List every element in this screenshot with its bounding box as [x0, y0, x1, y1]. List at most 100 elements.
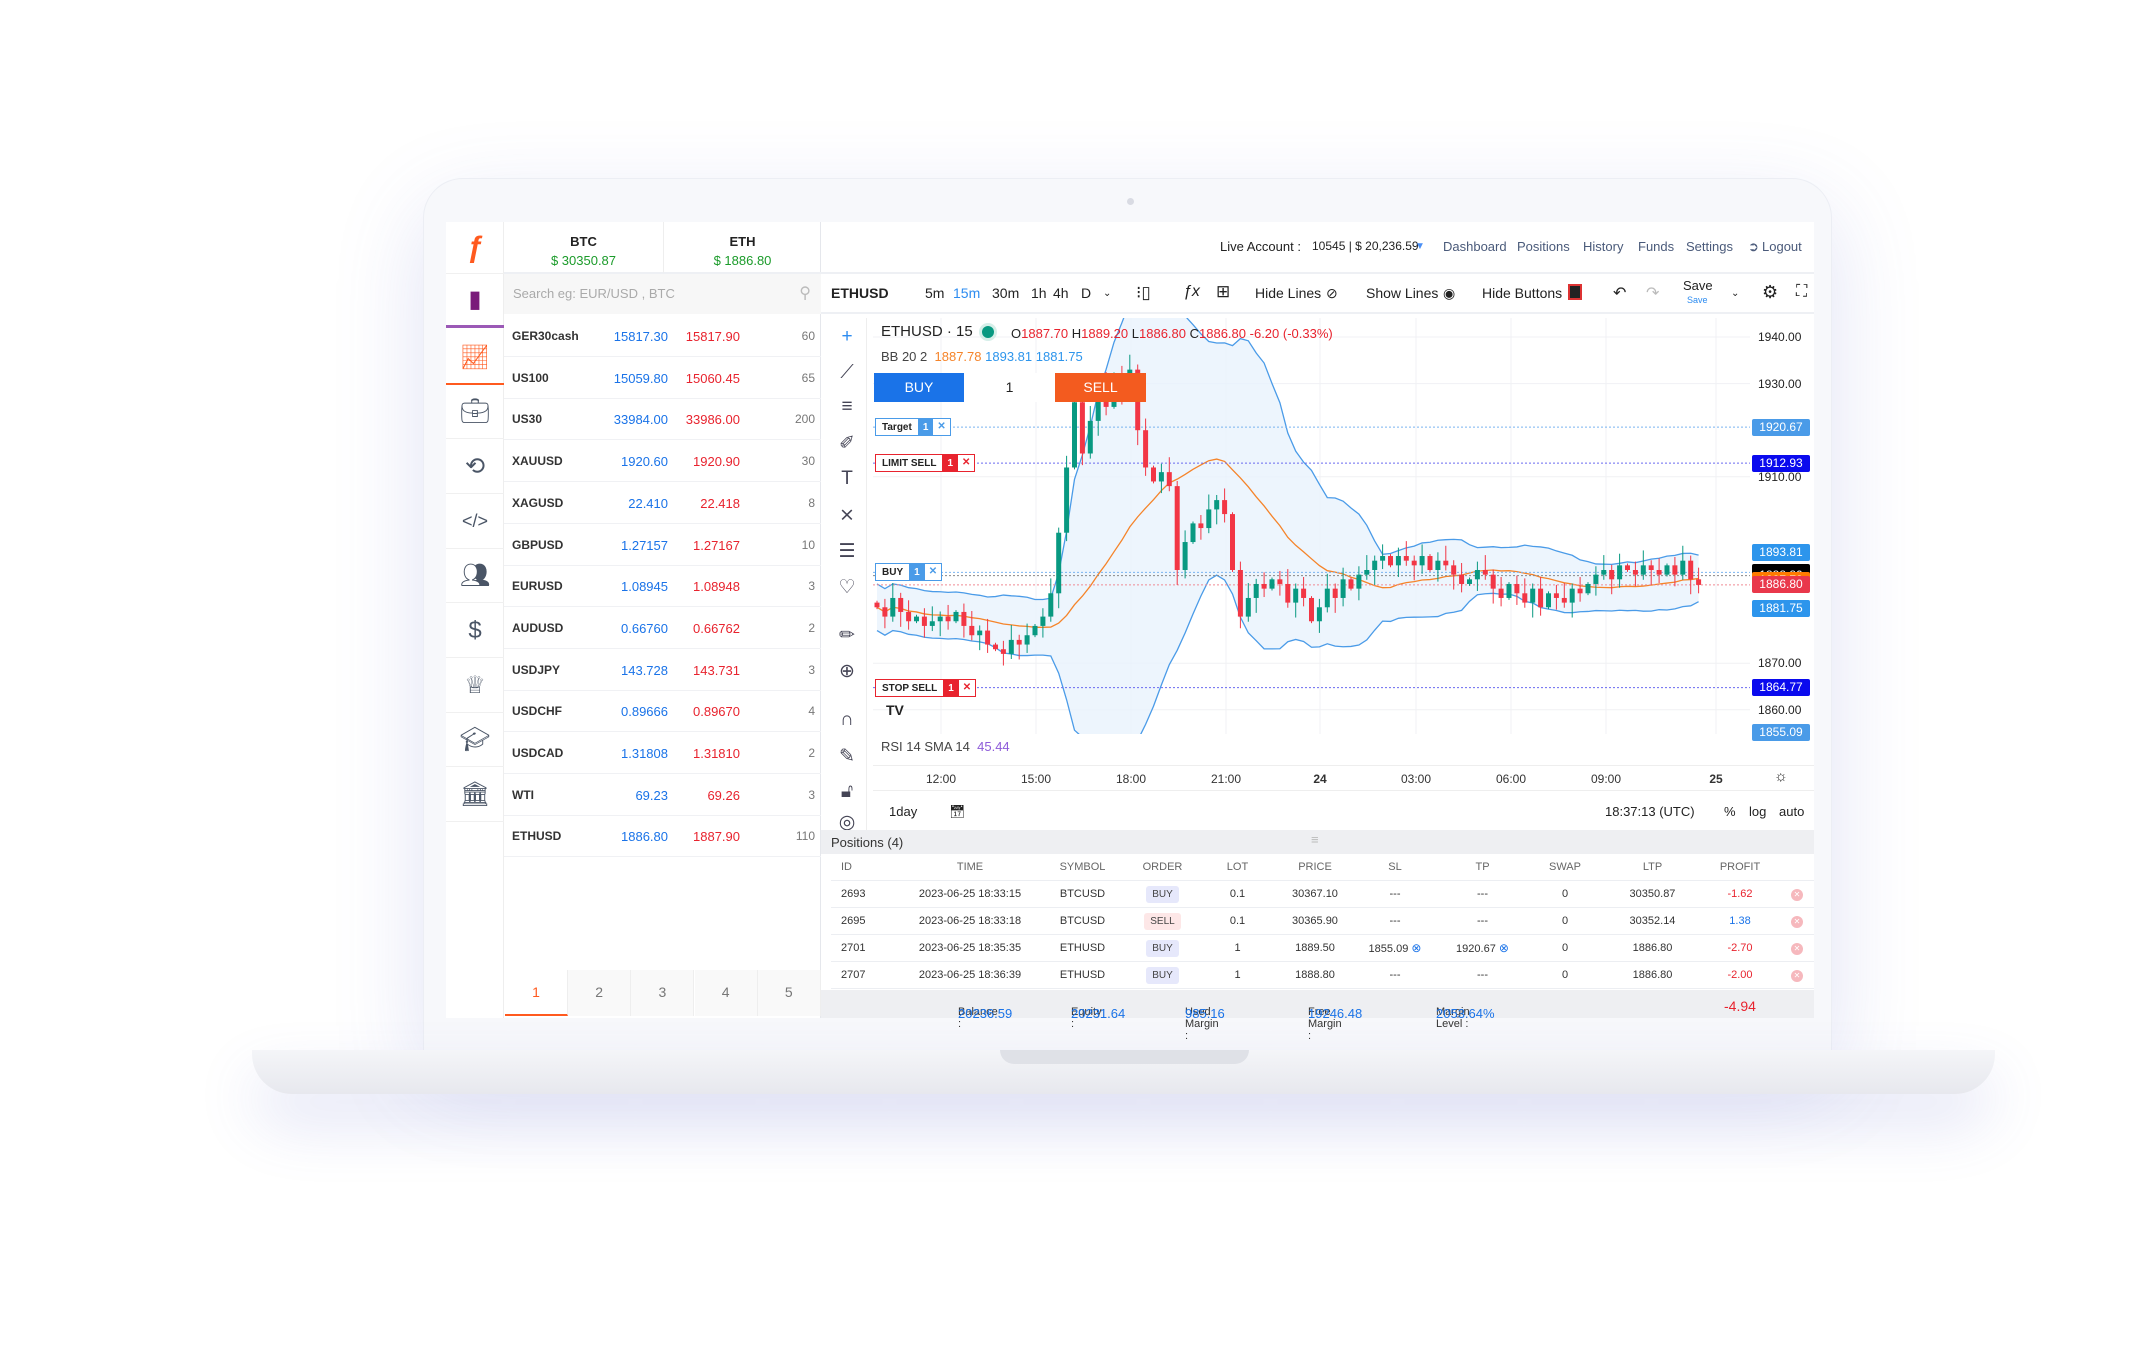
time-axis[interactable]: 12:00 15:00 18:00 21:00 24 03:00 06:00 09:00 25 [873, 765, 1814, 791]
utc-clock[interactable]: 18:37:13 (UTC) [1605, 804, 1695, 819]
show-lines-button[interactable]: Show Lines [1366, 285, 1438, 301]
quantity-input[interactable]: 1 [964, 373, 1055, 402]
column-header-profit[interactable]: PROFIT [1700, 861, 1780, 873]
briefcase-icon[interactable]: 💼︎ [446, 385, 504, 439]
close-position-icon[interactable]: ✕ [1791, 969, 1803, 982]
watchlist-row[interactable]: US30 33984.00 33986.00 200 [504, 399, 821, 441]
account-dropdown-icon[interactable]: ▼ [1415, 241, 1425, 252]
interval-d[interactable]: D [1081, 285, 1091, 301]
position-tp[interactable]: 1920.67 [1456, 943, 1496, 955]
interval-4h[interactable]: 4h [1053, 285, 1069, 301]
nav-history[interactable]: History [1583, 239, 1623, 254]
position-row[interactable]: 2695 2023-06-25 18:33:18 BTCUSD SELL 0.1… [831, 908, 1814, 935]
unlock-icon[interactable]: 🔓︎ [827, 781, 867, 803]
gear-icon[interactable]: ⚙ [1762, 282, 1778, 303]
history-icon[interactable]: ⟲ [446, 440, 504, 494]
interval-30m[interactable]: 30m [992, 285, 1019, 301]
dollar-icon[interactable]: $ [446, 604, 504, 658]
magnet-icon[interactable]: ∩ [827, 709, 867, 731]
column-header-price[interactable]: PRICE [1280, 861, 1350, 873]
redo-icon[interactable]: ↷ [1646, 283, 1659, 303]
watchlist-row[interactable]: EURUSD 1.08945 1.08948 3 [504, 566, 821, 608]
candle-type-icon[interactable]: ⁝▯ [1136, 283, 1151, 303]
watchlist-row[interactable]: XAUUSD 1920.60 1920.90 30 [504, 441, 821, 483]
users-icon[interactable]: 👥︎ [446, 549, 504, 603]
position-tp[interactable]: --- [1477, 888, 1488, 900]
horizontal-lines-icon[interactable]: ≡ [827, 396, 867, 418]
lock-drawing-icon[interactable]: ✎ [827, 745, 867, 768]
position-sl[interactable]: --- [1390, 969, 1401, 981]
watchlist-row[interactable]: GBPUSD 1.27157 1.27167 10 [504, 525, 821, 566]
search-input[interactable]: Search eg: EUR/USD , BTC ⚲ [504, 274, 821, 314]
brand-logo-icon[interactable]: ƒ [446, 222, 504, 274]
eye-off-icon[interactable]: ⊘ [1326, 285, 1338, 302]
fullscreen-icon[interactable]: ⛶ [1796, 283, 1807, 301]
close-position-icon[interactable]: ✕ [1791, 942, 1803, 955]
range-1day[interactable]: 1day [889, 804, 917, 819]
watchlist-row[interactable]: USDJPY 143.728 143.731 3 [504, 650, 821, 691]
page-4[interactable]: 4 [694, 970, 758, 1016]
tab-btc[interactable]: BTC $ 30350.87 [504, 222, 664, 274]
watchlist-row[interactable]: USDCHF 0.89666 0.89670 4 [504, 691, 821, 733]
column-header-sl[interactable]: SL [1350, 861, 1440, 873]
watchlist-row[interactable]: AUDUSD 0.66760 0.66762 2 [504, 608, 821, 649]
measure-lines-icon[interactable]: ☰ [827, 540, 867, 563]
position-row[interactable]: 2707 2023-06-25 18:36:39 ETHUSD BUY 1 18… [831, 962, 1814, 989]
position-tp[interactable]: --- [1477, 969, 1488, 981]
remove-level-icon[interactable]: ⊗ [1411, 941, 1421, 955]
heart-icon[interactable]: ♡ [827, 576, 867, 599]
page-1[interactable]: 1 [505, 970, 568, 1016]
ruler-icon[interactable]: ✏ [827, 624, 867, 647]
position-row[interactable]: 2701 2023-06-25 18:35:35 ETHUSD BUY 1 18… [831, 935, 1814, 962]
nav-positions[interactable]: Positions [1517, 239, 1570, 254]
order-tag-close-icon[interactable]: ✕ [959, 680, 975, 696]
code-icon[interactable]: </> [446, 495, 504, 549]
toolbar-symbol[interactable]: ETHUSD [831, 285, 889, 301]
nav-funds[interactable]: Funds [1638, 239, 1674, 254]
column-header-swap[interactable]: SWAP [1525, 861, 1605, 873]
column-header-time[interactable]: TIME [905, 861, 1035, 873]
logout-icon[interactable]: ➲ [1748, 239, 1759, 255]
order-line-tag[interactable]: BUY 1 ✕ [875, 563, 943, 582]
page-5[interactable]: 5 [757, 970, 821, 1016]
column-header-order[interactable]: ORDER [1130, 861, 1195, 873]
bookmark-icon[interactable]: ▮ [446, 274, 504, 328]
nav-logout[interactable]: Logout [1762, 239, 1802, 254]
pattern-icon[interactable]: ⨯ [827, 504, 867, 527]
goto-date-icon[interactable]: 📅︎ [949, 804, 966, 820]
close-position-icon[interactable]: ✕ [1791, 888, 1803, 901]
crosshair-icon[interactable]: + [827, 326, 867, 348]
sell-button[interactable]: SELL [1055, 373, 1146, 402]
tab-eth[interactable]: ETH $ 1886.80 [664, 222, 821, 274]
hide-buttons-icon[interactable] [1568, 284, 1582, 300]
hide-lines-button[interactable]: Hide Lines [1255, 285, 1321, 301]
bank-icon[interactable]: 🏛︎ [446, 768, 504, 822]
nav-settings[interactable]: Settings [1686, 239, 1733, 254]
chart-line-icon[interactable]: 📈︎ [446, 331, 504, 385]
watchlist-row[interactable]: USDCAD 1.31808 1.31810 2 [504, 733, 821, 774]
position-row[interactable]: 2693 2023-06-25 18:33:15 BTCUSD BUY 0.1 … [831, 881, 1814, 908]
interval-1h[interactable]: 1h [1031, 285, 1047, 301]
save-chevron-down-icon[interactable]: ⌄ [1731, 288, 1739, 299]
remove-level-icon[interactable]: ⊗ [1499, 941, 1509, 955]
watchlist-row[interactable]: WTI 69.23 69.26 3 [504, 775, 821, 816]
trend-line-icon[interactable]: ⟋ [827, 362, 867, 384]
interval-15m[interactable]: 15m [953, 285, 980, 301]
axis-settings-icon[interactable]: ☼ [1774, 768, 1788, 785]
auto-toggle[interactable]: auto [1779, 804, 1804, 819]
position-sl[interactable]: 1855.09 [1369, 943, 1409, 955]
watchlist-row[interactable]: XAGUSD 22.410 22.418 8 [504, 483, 821, 524]
column-header-tp[interactable]: TP [1440, 861, 1525, 873]
page-2[interactable]: 2 [568, 970, 632, 1016]
price-axis[interactable]: 1940.00 1930.00 1910.00 1870.00 1860.00 1920.… [1750, 318, 1814, 742]
undo-icon[interactable]: ↶ [1613, 283, 1626, 303]
save-button[interactable]: Save [1683, 278, 1713, 293]
interval-chevron-down-icon[interactable]: ⌄ [1103, 288, 1111, 299]
zoom-in-icon[interactable]: ⊕ [827, 660, 867, 683]
crown-icon[interactable]: ♕ [446, 659, 504, 713]
graduation-cap-icon[interactable]: 🎓︎ [446, 713, 504, 767]
order-tag-close-icon[interactable]: ✕ [925, 564, 941, 580]
interval-5m[interactable]: 5m [925, 285, 944, 301]
column-header-symbol[interactable]: SYMBOL [1035, 861, 1130, 873]
buy-button[interactable]: BUY [874, 373, 964, 402]
